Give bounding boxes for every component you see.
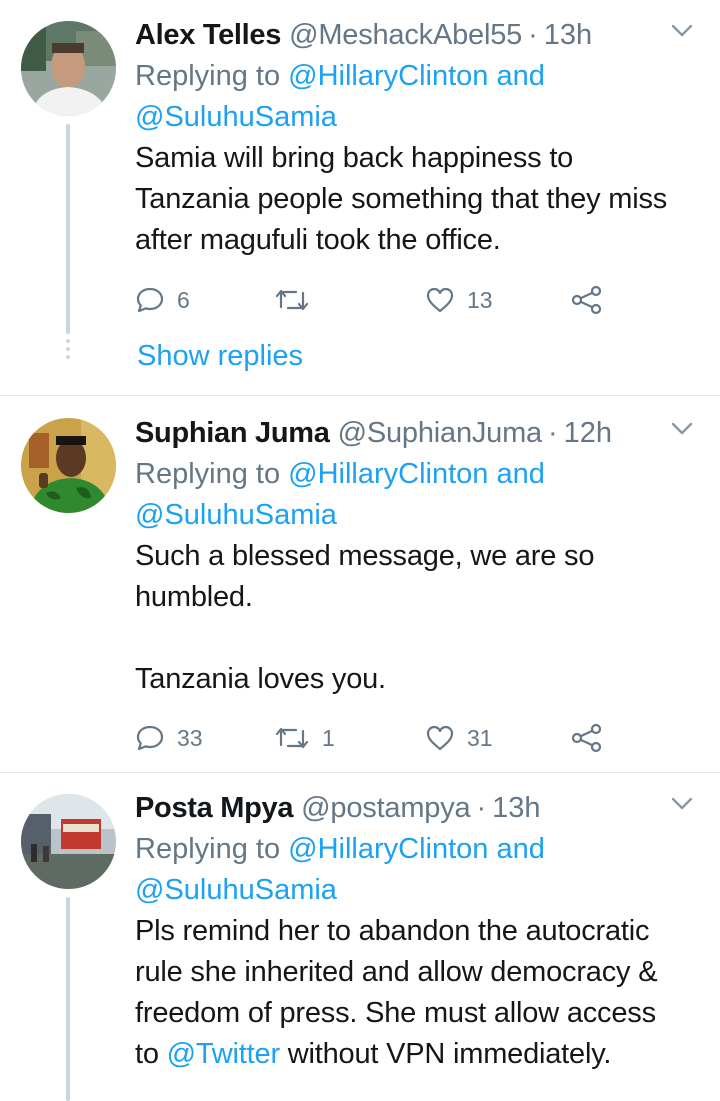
chevron-down-icon[interactable] — [669, 18, 695, 44]
retweet-button[interactable] — [274, 280, 322, 320]
reply-bubble-icon — [136, 287, 164, 313]
like-button[interactable]: 13 — [425, 280, 493, 320]
tweet-text: Such a blessed message, we are so humble… — [135, 536, 695, 700]
tweet-3[interactable]: Posta Mpya @postampya · 13h Replying to … — [0, 773, 720, 1101]
text-segment: to — [135, 1038, 159, 1070]
replying-prefix: Replying to — [135, 60, 281, 92]
tweet-text-line: Tanzania loves you. — [135, 663, 386, 695]
tweet-text-line: rule she inherited and allow democracy & — [135, 956, 658, 988]
share-button[interactable] — [571, 280, 603, 320]
tweet-text-line: Samia will bring back happiness to — [135, 142, 574, 174]
retweet-icon — [275, 289, 309, 311]
tweet-header: Posta Mpya @postampya · 13h — [135, 787, 695, 829]
display-name[interactable]: Alex Telles — [135, 14, 281, 56]
display-name[interactable]: Suphian Juma — [135, 412, 330, 454]
avatar-suphian-juma-image — [21, 418, 116, 513]
reply-and[interactable]: and — [497, 60, 545, 92]
like-count: 13 — [467, 286, 493, 313]
text-mention[interactable]: @Twitter — [167, 1038, 280, 1070]
replying-prefix: Replying to — [135, 833, 281, 865]
tweet-actions: 33 1 31 — [135, 718, 615, 758]
share-icon — [571, 723, 602, 753]
tweet-text-line: to @Twitter without VPN immediately. — [135, 1034, 695, 1075]
thread-line — [66, 897, 70, 1101]
timestamp[interactable]: 13h — [544, 14, 592, 56]
reply-mention-2[interactable]: @SuluhuSamia — [135, 499, 337, 531]
thread-line — [66, 124, 70, 334]
user-handle[interactable]: @SuphianJuma — [338, 412, 543, 454]
avatar[interactable] — [21, 794, 116, 889]
tweet-text: Pls remind her to abandon the autocratic… — [135, 911, 695, 1075]
tweet-text-line: humbled. — [135, 581, 253, 613]
reply-mention-1[interactable]: @HillaryClinton — [288, 833, 488, 865]
replying-to-line-2: @SuluhuSamia — [135, 97, 695, 138]
reply-bubble-icon — [136, 725, 164, 751]
separator: · — [476, 792, 487, 824]
timestamp[interactable]: 13h — [492, 787, 540, 829]
reply-button[interactable]: 33 — [135, 718, 203, 758]
timestamp[interactable]: 12h — [564, 412, 612, 454]
tweet-header: Suphian Juma @SuphianJuma · 12h — [135, 412, 695, 454]
user-handle[interactable]: @postampya — [301, 787, 470, 829]
tweet-text-blank-line — [135, 618, 695, 659]
replying-to: Replying to @HillaryClinton and — [135, 454, 695, 495]
tweet-text-line: Such a blessed message, we are so — [135, 540, 595, 572]
reply-and[interactable]: and — [497, 833, 545, 865]
share-button[interactable] — [571, 718, 603, 758]
tweet-text: Samia will bring back happiness to Tanza… — [135, 138, 695, 261]
tweet-2[interactable]: Suphian Juma @SuphianJuma · 12h Replying… — [0, 396, 720, 772]
heart-icon — [426, 725, 454, 751]
like-button[interactable]: 31 — [425, 718, 493, 758]
chevron-down-icon[interactable] — [669, 791, 695, 817]
avatar[interactable] — [21, 418, 116, 513]
replying-to: Replying to @HillaryClinton and — [135, 829, 695, 870]
replying-to: Replying to @HillaryClinton and — [135, 56, 695, 97]
reply-mention-1[interactable]: @HillaryClinton — [288, 458, 488, 490]
replying-to-line-2: @SuluhuSamia — [135, 495, 695, 536]
tweet-text-line: Pls remind her to abandon the autocratic — [135, 915, 650, 947]
tweet-header: Alex Telles @MeshackAbel55 · 13h — [135, 14, 695, 56]
share-icon — [571, 285, 602, 315]
chevron-down-icon[interactable] — [669, 416, 695, 442]
reply-mention-2[interactable]: @SuluhuSamia — [135, 874, 337, 906]
avatar-posta-mpya-image — [21, 794, 116, 889]
heart-icon — [426, 287, 454, 313]
like-count: 31 — [467, 724, 493, 751]
show-replies-link[interactable]: Show replies — [137, 336, 303, 376]
reply-and[interactable]: and — [497, 458, 545, 490]
tweet-text-line: after magufuli took the office. — [135, 224, 501, 256]
tweet-text-line: freedom of press. She must allow access — [135, 997, 656, 1029]
tweet-text-line: Tanzania people something that they miss — [135, 183, 668, 215]
text-segment: without VPN immediately. — [287, 1038, 612, 1070]
reply-count: 33 — [177, 724, 203, 751]
retweet-count: 1 — [322, 724, 335, 751]
tweet-1[interactable]: Alex Telles @MeshackAbel55 · 13h Replyin… — [0, 0, 720, 395]
thread-dots — [66, 339, 70, 363]
replying-to-line-2: @SuluhuSamia — [135, 870, 695, 911]
separator: · — [548, 417, 558, 449]
display-name[interactable]: Posta Mpya — [135, 787, 293, 829]
reply-button[interactable]: 6 — [135, 280, 190, 320]
separator: · — [528, 19, 538, 51]
replying-prefix: Replying to — [135, 458, 281, 490]
reply-mention-1[interactable]: @HillaryClinton — [288, 60, 488, 92]
retweet-icon — [275, 727, 309, 749]
reply-count: 6 — [177, 286, 190, 313]
reply-mention-2[interactable]: @SuluhuSamia — [135, 101, 337, 133]
avatar-alex-telles-image — [21, 21, 116, 116]
user-handle[interactable]: @MeshackAbel55 — [289, 14, 522, 56]
retweet-button[interactable]: 1 — [274, 718, 335, 758]
avatar[interactable] — [21, 21, 116, 116]
tweet-actions: 6 13 — [135, 280, 615, 320]
